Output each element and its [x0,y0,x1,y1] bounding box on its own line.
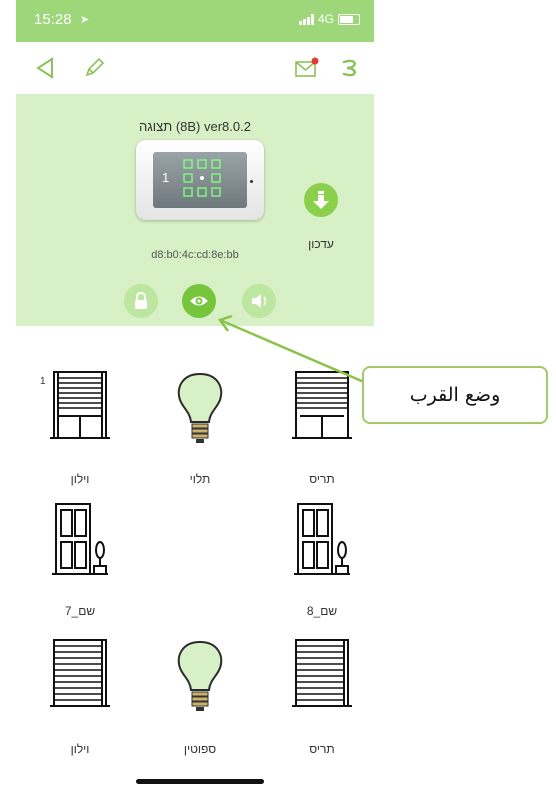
annotation-callout: وضع القرب [362,366,548,424]
